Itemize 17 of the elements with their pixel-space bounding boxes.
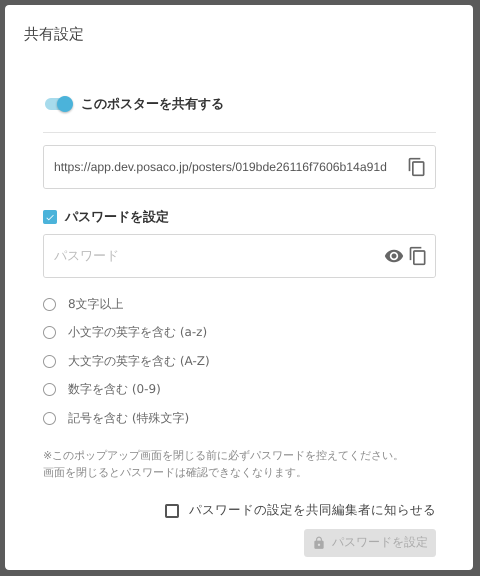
copy-icon[interactable]	[407, 157, 427, 177]
requirement-label: 記号を含む (特殊文字)	[68, 410, 190, 427]
checkbox-label: パスワードを設定	[65, 208, 169, 226]
password-field[interactable]: パスワード	[43, 234, 436, 278]
requirement-label: 8文字以上	[68, 296, 124, 313]
requirement-label: 大文字の英字を含む (A-Z)	[68, 352, 210, 370]
url-field[interactable]: https://app.dev.posaco.jp/posters/019bde26116f7606b14a91d	[43, 145, 436, 189]
copy-icon[interactable]	[408, 246, 428, 266]
requirement-label: 数字を含む (0-9)	[68, 381, 161, 398]
checkbox[interactable]	[165, 504, 179, 518]
checkbox[interactable]	[43, 210, 57, 224]
toggle-switch[interactable]	[43, 94, 73, 114]
dialog-title: 共有設定	[24, 25, 85, 45]
requirement-label: 小文字の英字を含む (a-z)	[68, 324, 208, 342]
note-text: ※このポップアップ画面を閉じる前に必ずパスワードを控えてください。 画面を閉じるとパスワードは確認できなくなります。	[43, 448, 406, 480]
toggle-label: このポスターを共有する	[81, 96, 224, 113]
checkbox-label: パスワードの設定を共同編集者に知らせる	[189, 502, 436, 519]
